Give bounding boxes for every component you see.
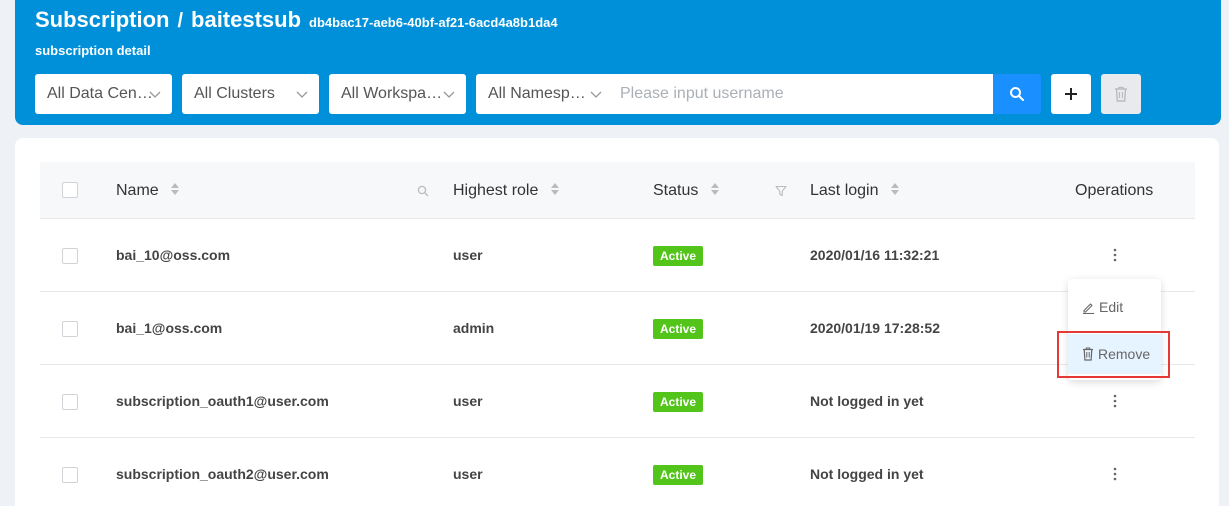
more-vertical-icon — [1113, 248, 1117, 262]
status-badge: Active — [653, 465, 704, 485]
namespace-filter-select[interactable]: All Namesp… — [476, 74, 613, 114]
namespace-filter-label: All Namesp… — [488, 85, 586, 102]
search-button[interactable] — [993, 74, 1041, 114]
username-search-input[interactable] — [608, 74, 993, 114]
more-vertical-icon — [1113, 394, 1117, 408]
user-name: bai_10@oss.com — [116, 247, 231, 263]
sort-icon[interactable] — [710, 182, 719, 195]
chevron-down-icon — [443, 91, 455, 98]
sort-icon[interactable] — [171, 182, 180, 195]
subscription-id: db4bac17-aeb6-40bf-af21-6acd4a8b1da4 — [309, 15, 558, 30]
sort-icon[interactable] — [550, 182, 559, 195]
breadcrumb-separator: / — [177, 10, 184, 32]
user-role: user — [453, 393, 483, 409]
edit-icon — [1083, 303, 1094, 314]
breadcrumb: Subscription / baitestsub db4bac17-aeb6-… — [35, 7, 558, 33]
user-role: admin — [453, 320, 495, 336]
row-checkbox[interactable] — [62, 321, 78, 337]
table-row: subscription_oauth2@user.com user Active… — [40, 438, 1195, 506]
trash-icon — [1115, 86, 1127, 102]
search-icon[interactable] — [417, 185, 429, 197]
table-row: bai_10@oss.com user Active 2020/01/16 11… — [40, 219, 1195, 292]
filter-icon[interactable] — [775, 185, 787, 197]
status-badge: Active — [653, 392, 704, 412]
delete-users-button[interactable] — [1101, 74, 1141, 114]
column-header-last-login[interactable]: Last login — [810, 162, 899, 219]
more-vertical-icon — [1113, 467, 1117, 481]
chevron-down-icon — [590, 91, 602, 98]
column-header-operations: Operations — [1075, 182, 1154, 199]
last-login: Not logged in yet — [810, 393, 924, 409]
page-title[interactable]: Subscription — [35, 7, 169, 33]
subscription-name: baitestsub — [191, 7, 302, 32]
table-row: bai_1@oss.com admin Active 2020/01/19 17… — [40, 292, 1195, 365]
column-header-name[interactable]: Name — [116, 162, 180, 219]
user-role: user — [453, 247, 483, 263]
user-name: bai_1@oss.com — [116, 320, 223, 336]
cluster-filter-select[interactable]: All Clusters — [182, 74, 319, 114]
datacenter-filter-select[interactable]: All Data Cen… — [35, 74, 172, 114]
remove-highlight-box — [1057, 331, 1170, 378]
user-name: subscription_oauth1@user.com — [116, 393, 329, 409]
page-subtitle: subscription detail — [35, 43, 151, 58]
chevron-down-icon — [296, 91, 308, 98]
row-checkbox[interactable] — [62, 248, 78, 264]
chevron-down-icon — [149, 91, 161, 98]
table-row: subscription_oauth1@user.com user Active… — [40, 365, 1195, 438]
column-header-role[interactable]: Highest role — [453, 162, 559, 219]
edit-menu-label: Edit — [1099, 299, 1124, 315]
workspace-filter-select[interactable]: All Workspa… — [329, 74, 466, 114]
user-role: user — [453, 466, 483, 482]
row-actions-button[interactable] — [1097, 241, 1133, 269]
last-login: Not logged in yet — [810, 466, 924, 482]
row-checkbox[interactable] — [62, 467, 78, 483]
table-header: Name Highest role Status Last login Oper… — [40, 162, 1195, 219]
status-badge: Active — [653, 246, 704, 266]
search-icon — [1010, 87, 1024, 101]
sort-icon[interactable] — [890, 182, 899, 195]
workspace-filter-label: All Workspa… — [341, 85, 443, 102]
add-user-button[interactable] — [1051, 74, 1091, 114]
last-login: 2020/01/16 11:32:21 — [810, 247, 940, 263]
row-actions-button[interactable] — [1097, 460, 1133, 488]
row-checkbox[interactable] — [62, 394, 78, 410]
cluster-filter-label: All Clusters — [194, 85, 275, 102]
select-all-checkbox[interactable] — [62, 182, 78, 198]
users-table-card: Name Highest role Status Last login Oper… — [15, 138, 1219, 506]
edit-menu-item[interactable]: Edit — [1068, 287, 1161, 327]
column-header-status[interactable]: Status — [653, 162, 719, 219]
plus-icon — [1065, 88, 1077, 100]
datacenter-filter-label: All Data Cen… — [47, 85, 153, 102]
user-name: subscription_oauth2@user.com — [116, 466, 329, 482]
row-actions-button[interactable] — [1097, 387, 1133, 415]
last-login: 2020/01/19 17:28:52 — [810, 320, 940, 336]
status-badge: Active — [653, 319, 704, 339]
